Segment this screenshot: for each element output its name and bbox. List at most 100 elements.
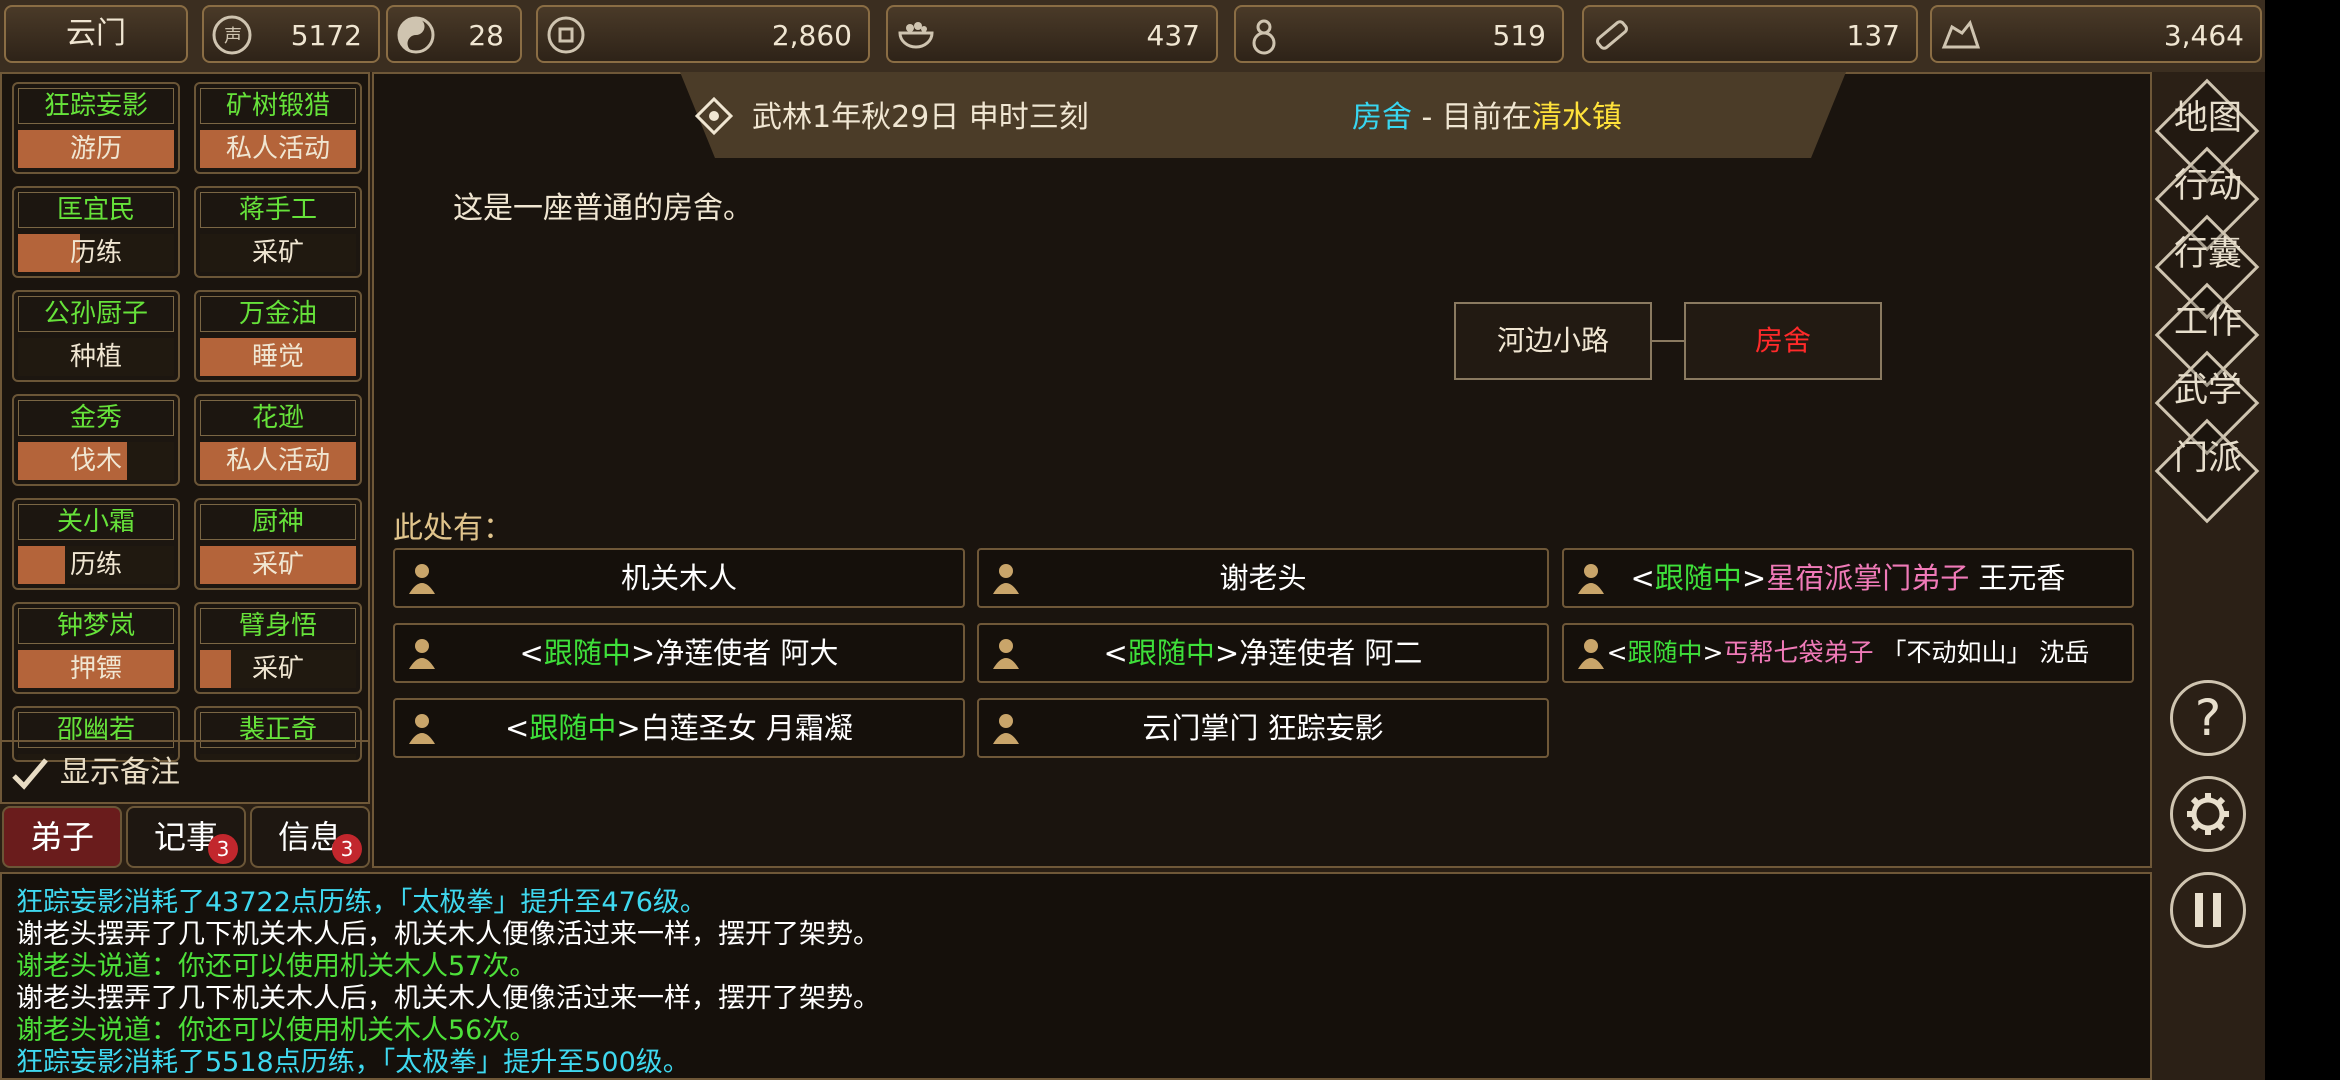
npc-button[interactable]: 云门掌门 狂踪妄影 [977, 698, 1549, 758]
disciple-card[interactable]: 臂身悟 采矿 [194, 602, 362, 694]
disciple-name: 金秀 [18, 400, 174, 436]
pause-button[interactable] [2170, 872, 2246, 948]
person-icon [1578, 564, 1604, 594]
resource-coin[interactable]: 2,860 [536, 5, 870, 63]
wood-log-icon [1590, 13, 1634, 57]
disciple-activity: 采矿 [200, 546, 356, 584]
npc-button[interactable]: <跟随中>净莲使者 阿二 [977, 623, 1549, 683]
sect-name[interactable]: 云门 [4, 5, 188, 63]
resource-value: 2,860 [771, 19, 852, 52]
show-notes-label: 显示备注 [60, 755, 180, 790]
resource-wood-log[interactable]: 137 [1582, 5, 1918, 63]
npc-button[interactable]: 机关木人 [393, 548, 965, 608]
map-node-current[interactable]: 房舍 [1684, 302, 1882, 380]
person-icon [409, 714, 435, 744]
disciple-card[interactable]: 狂踪妄影 游历 [12, 82, 180, 174]
disciple-card[interactable]: 公孙厨子 种植 [12, 290, 180, 382]
follow-tag: 跟随中 [529, 711, 617, 745]
person-icon [409, 564, 435, 594]
resource-gourd[interactable]: 519 [1234, 5, 1564, 63]
current-location: 房舍 - 目前在清水镇 [1352, 92, 1622, 136]
disciple-activity: 伐木 [18, 442, 174, 480]
rail-label: 地图 [2174, 98, 2242, 138]
disciple-card[interactable]: 匡宜民 历练 [12, 186, 180, 278]
follow-bracket-close: > [616, 711, 641, 745]
compass-icon [694, 96, 734, 136]
settings-button[interactable] [2170, 776, 2246, 852]
help-button[interactable]: ? [2170, 680, 2246, 756]
town-name: 清水镇 [1531, 100, 1622, 135]
disciple-activity: 睡觉 [200, 338, 356, 376]
map-link [1652, 340, 1684, 342]
pause-icon [2195, 893, 2221, 927]
disciple-name: 蒋手工 [200, 192, 356, 228]
disciple-card[interactable]: 关小霜 历练 [12, 498, 180, 590]
rail-label: 行囊 [2174, 234, 2242, 274]
npc-button[interactable]: 谢老头 [977, 548, 1549, 608]
resource-ore[interactable]: 3,464 [1930, 5, 2262, 63]
follow-bracket-open: < [1630, 561, 1655, 595]
disciple-card[interactable]: 蒋手工 采矿 [194, 186, 362, 278]
disciple-name: 关小霜 [18, 504, 174, 540]
activity-label: 押镖 [69, 654, 122, 684]
disciple-name: 臂身悟 [200, 608, 356, 644]
disciple-activity: 游历 [18, 130, 174, 168]
npc-label: 机关木人 [621, 561, 737, 595]
tab-messages[interactable]: 信息 3 [250, 806, 370, 868]
activity-label: 采矿 [251, 238, 304, 268]
disciple-card[interactable]: 花逊 私人活动 [194, 394, 362, 486]
resource-reputation[interactable]: 声 5172 [202, 5, 380, 63]
resource-rice-bowl[interactable]: 437 [886, 5, 1218, 63]
brush-check-icon [12, 758, 48, 790]
activity-label: 睡觉 [251, 342, 304, 372]
activity-progress [200, 650, 232, 688]
map-node-river-path[interactable]: 河边小路 [1454, 302, 1652, 380]
location-separator: - 目前在 [1412, 100, 1532, 135]
npc-name: 阿大 [780, 636, 839, 670]
npc-name: 王元香 [1978, 561, 2066, 595]
activity-label: 采矿 [251, 550, 304, 580]
follow-tag: 跟随中 [1627, 638, 1703, 667]
disciple-name: 钟梦岚 [18, 608, 174, 644]
person-icon [993, 564, 1019, 594]
disciple-card[interactable]: 矿树锻猎 私人活动 [194, 82, 362, 174]
tab-events[interactable]: 记事 3 [126, 806, 246, 868]
follow-bracket-open: < [519, 636, 544, 670]
disciple-activity: 采矿 [200, 234, 356, 272]
tab-disciples[interactable]: 弟子 [2, 806, 122, 868]
show-notes-toggle[interactable]: 显示备注 [0, 740, 370, 802]
svg-text:声: 声 [224, 26, 242, 47]
resource-value: 437 [1146, 19, 1200, 52]
rice-bowl-icon [894, 13, 938, 57]
disciple-name: 花逊 [200, 400, 356, 436]
disciple-card[interactable]: 厨神 采矿 [194, 498, 362, 590]
resource-yin-yang[interactable]: 28 [386, 5, 522, 63]
npc-button[interactable]: <跟随中>净莲使者 阿大 [393, 623, 965, 683]
disciple-card[interactable]: 金秀 伐木 [12, 394, 180, 486]
npc-label: <跟随中>丐帮七袋弟子 「不动如山」 沈岳 [1607, 638, 2090, 667]
resource-value: 519 [1492, 19, 1546, 52]
person-icon [993, 639, 1019, 669]
activity-label: 历练 [69, 238, 122, 268]
resource-value: 28 [468, 19, 504, 52]
activity-label: 私人活动 [225, 446, 330, 476]
disciple-activity: 历练 [18, 234, 174, 272]
activity-label: 私人活动 [225, 134, 330, 164]
resource-value: 137 [1846, 19, 1900, 52]
disciple-name: 公孙厨子 [18, 296, 174, 332]
disciple-card[interactable]: 钟梦岚 押镖 [12, 602, 180, 694]
disciple-name: 厨神 [200, 504, 356, 540]
disciple-card[interactable]: 万金油 睡觉 [194, 290, 362, 382]
npc-button[interactable]: <跟随中>白莲圣女 月霜凝 [393, 698, 965, 758]
activity-progress [18, 546, 65, 584]
npc-button[interactable]: <跟随中>星宿派掌门弟子 王元香 [1562, 548, 2134, 608]
disciple-name: 狂踪妄影 [18, 88, 174, 124]
activity-label: 种植 [69, 342, 122, 372]
reputation-icon: 声 [210, 13, 254, 57]
npc-button[interactable]: <跟随中>丐帮七袋弟子 「不动如山」 沈岳 [1562, 623, 2134, 683]
npc-title: 净莲使者 [1239, 636, 1356, 670]
npc-nickname: 「不动如山」 [1881, 638, 2032, 667]
npc-title: 净莲使者 [655, 636, 772, 670]
npc-name: 云门掌门 狂踪妄影 [1142, 711, 1384, 745]
follow-tag: 跟随中 [543, 636, 631, 670]
